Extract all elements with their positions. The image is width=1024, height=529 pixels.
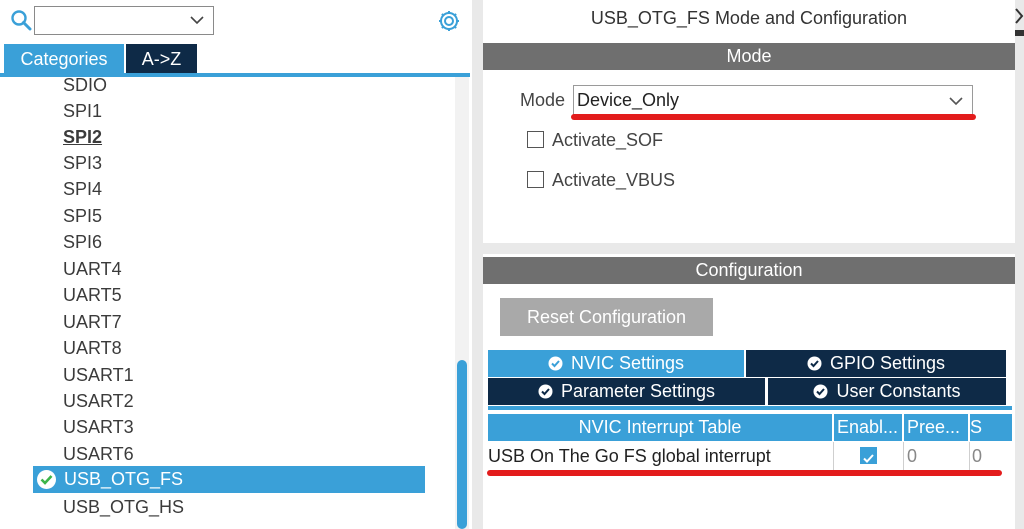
list-item[interactable]: SPI3 [63, 150, 102, 176]
mode-select[interactable]: Device_Only [573, 85, 973, 115]
check-circle-icon [813, 384, 828, 399]
list-item[interactable]: SDIO [63, 77, 107, 98]
checkmark-icon [863, 454, 874, 463]
activate-vbus-label: Activate_VBUS [552, 170, 676, 190]
list-item[interactable]: SPI4 [63, 176, 102, 202]
tab-nvic-settings[interactable]: NVIC Settings [488, 350, 744, 377]
tab-gpio-settings[interactable]: GPIO Settings [746, 350, 1006, 377]
panel-title: USB_OTG_FS Mode and Configuration [590, 8, 908, 28]
mode-label: Mode [520, 90, 566, 110]
list-item-label: USB_OTG_FS [64, 469, 184, 489]
check-circle-icon [807, 356, 822, 371]
list-item[interactable]: USART2 [63, 388, 134, 414]
column-header-preemption[interactable]: Pree... [904, 414, 968, 441]
list-item[interactable]: UART7 [63, 309, 122, 335]
list-item[interactable]: UART5 [63, 282, 122, 308]
mode-select-value: Device_Only [577, 90, 680, 110]
mode-header: Mode [483, 43, 1015, 70]
column-header-interrupt[interactable]: NVIC Interrupt Table [488, 414, 832, 441]
configuration-section: Configuration Reset Configuration NVIC S… [483, 254, 1015, 529]
list-item[interactable]: SPI6 [63, 229, 102, 255]
column-header-sub-priority[interactable]: S [970, 414, 1012, 441]
annotation-underline [487, 470, 1002, 476]
list-item[interactable]: UART8 [63, 335, 122, 361]
column-header-enabled[interactable]: Enabl... [834, 414, 902, 441]
panel-divider[interactable] [472, 0, 482, 529]
tab-label: NVIC Settings [570, 353, 685, 373]
list-item[interactable]: USART6 [63, 441, 134, 467]
categories-panel: Categories A->Z SDIO SPI1 SPI2 SPI3 SPI4… [0, 0, 472, 529]
activate-vbus-checkbox[interactable] [527, 171, 544, 188]
mode-configuration-panel: USB_OTG_FS Mode and Configuration Mode M… [483, 0, 1024, 529]
tab-categories[interactable]: Categories [4, 44, 124, 74]
list-item[interactable]: USB_OTG_HS [63, 494, 184, 520]
interrupt-name-cell[interactable]: USB On The Go FS global interrupt [488, 442, 832, 470]
side-edge [1015, 0, 1024, 529]
list-item[interactable]: SPI5 [63, 203, 102, 229]
list-item[interactable]: UART4 [63, 256, 122, 282]
chevron-down-icon[interactable] [189, 14, 205, 26]
gear-icon[interactable] [437, 9, 461, 33]
peripheral-list: SDIO SPI1 SPI2 SPI3 SPI4 SPI5 SPI6 UART4… [0, 77, 455, 529]
mode-section: USB_OTG_FS Mode and Configuration Mode M… [483, 0, 1015, 243]
list-item[interactable]: USART1 [63, 362, 134, 388]
search-input[interactable] [34, 6, 214, 35]
list-item[interactable]: SPI1 [63, 98, 102, 124]
list-item[interactable]: USART3 [63, 414, 134, 440]
tab-label: Parameter Settings [560, 381, 716, 401]
list-scrollbar[interactable] [455, 77, 469, 529]
preemption-priority-cell[interactable]: 0 [904, 442, 968, 470]
scrollbar-thumb[interactable] [457, 360, 467, 529]
check-circle-icon [37, 470, 56, 489]
search-icon[interactable] [10, 9, 32, 31]
tab-label: GPIO Settings [829, 353, 946, 373]
sub-priority-cell[interactable]: 0 [970, 442, 1012, 470]
enabled-checkbox[interactable] [860, 447, 877, 464]
tab-underline [488, 406, 1012, 410]
activate-sof-label: Activate_SOF [552, 130, 664, 150]
enabled-cell[interactable] [834, 442, 902, 470]
activate-sof-checkbox[interactable] [527, 131, 544, 148]
tab-parameter-settings[interactable]: Parameter Settings [488, 378, 765, 405]
reset-configuration-button[interactable]: Reset Configuration [500, 298, 713, 336]
tab-label: User Constants [836, 381, 961, 401]
configuration-header: Configuration [483, 257, 1015, 284]
annotation-underline [571, 114, 976, 120]
check-circle-icon [538, 384, 553, 399]
check-circle-icon [548, 356, 563, 371]
tab-user-constants[interactable]: User Constants [768, 378, 1006, 405]
chevron-right-icon[interactable] [1015, 6, 1024, 36]
list-item[interactable]: SPI2 [63, 124, 102, 150]
tab-a-to-z[interactable]: A->Z [126, 44, 197, 74]
list-item-selected[interactable]: USB_OTG_FS [33, 466, 425, 493]
chevron-down-icon [949, 97, 963, 106]
